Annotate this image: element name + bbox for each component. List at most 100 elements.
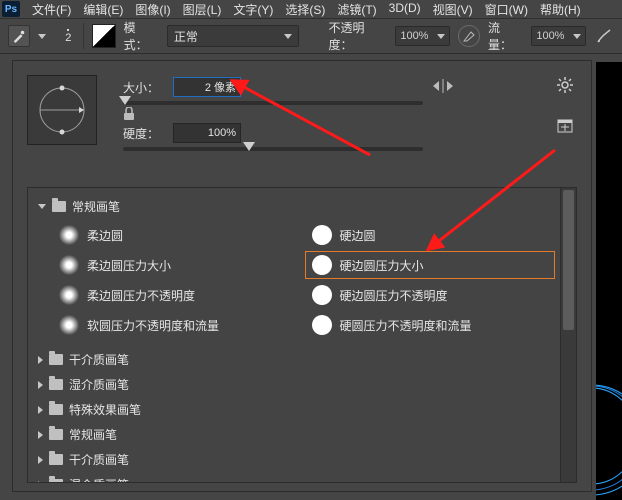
- options-bar: 2 模式： 正常 不透明度： 100% 流量： 100%: [0, 19, 622, 54]
- size-label: 大小：: [123, 79, 159, 96]
- menu-item[interactable]: 文字(Y): [227, 0, 279, 19]
- hardness-input[interactable]: 100%: [173, 123, 241, 143]
- brush-grid: 柔边圆 硬边圆柔边圆压力大小 硬边圆压力大小柔边圆压力不透明度 硬边圆压力不透明度软圆…: [28, 219, 561, 347]
- tool-preset-picker[interactable]: [8, 25, 30, 47]
- menu-item[interactable]: 图像(I): [129, 0, 176, 19]
- brush-swatch-soft: [59, 315, 79, 335]
- menu-item[interactable]: 视图(V): [427, 0, 479, 19]
- brush-item[interactable]: 柔边圆: [52, 221, 303, 249]
- caret-right-icon: [38, 481, 43, 484]
- opacity-field[interactable]: 100%: [395, 26, 450, 46]
- caret-right-icon: [38, 456, 43, 464]
- brush-item[interactable]: 硬圆压力不透明度和流量: [305, 311, 556, 339]
- caret-right-icon: [38, 406, 43, 414]
- caret-down-icon: [38, 204, 46, 209]
- pressure-opacity-icon[interactable]: [458, 25, 480, 47]
- caret-right-icon: [38, 381, 43, 389]
- group-label: 湿介质画笔: [69, 476, 129, 483]
- caret-right-icon: [38, 356, 43, 364]
- opacity-label: 不透明度：: [329, 19, 388, 53]
- menu-item[interactable]: 选择(S): [279, 0, 331, 19]
- brush-group-header[interactable]: 常规画笔: [28, 422, 561, 447]
- brush-name: 柔边圆压力不透明度: [87, 287, 195, 304]
- folder-icon: [49, 479, 63, 483]
- group-label: 湿介质画笔: [69, 376, 129, 393]
- menubar: Ps 文件(F)编辑(E)图像(I)图层(L)文字(Y)选择(S)滤镜(T)3D…: [0, 0, 622, 19]
- folder-icon: [49, 354, 63, 365]
- brush-list-inner[interactable]: 常规画笔柔边圆硬边圆柔边圆压力大小硬边圆压力大小柔边圆压力不透明度硬边圆压力不透…: [28, 188, 561, 482]
- brush-angle-preview[interactable]: [27, 75, 97, 145]
- folder-icon: [49, 404, 63, 415]
- brush-group-header[interactable]: 干介质画笔: [28, 347, 561, 372]
- menu-item[interactable]: 3D(D): [383, 0, 427, 19]
- brush-name: 软圆压力不透明度和流量: [87, 317, 219, 334]
- flip-x-icon[interactable]: [433, 79, 453, 96]
- scrollbar[interactable]: [560, 188, 576, 482]
- brush-item[interactable]: 硬边圆: [305, 221, 556, 249]
- brush-swatch-soft: [59, 255, 79, 275]
- brush-preset-panel: 大小： 2 像素 硬度： 100% 常规画笔柔边圆硬边圆柔边圆压力大小硬边圆压力…: [12, 60, 592, 492]
- brush-preview-small[interactable]: 2: [54, 23, 84, 49]
- flow-label: 流量：: [488, 19, 523, 53]
- size-slider[interactable]: [123, 101, 423, 105]
- airbrush-icon[interactable]: [594, 26, 614, 46]
- menu-item[interactable]: 窗口(W): [479, 0, 534, 19]
- chevron-down-icon: [437, 34, 445, 39]
- flow-field[interactable]: 100%: [531, 26, 586, 46]
- menu-item[interactable]: 滤镜(T): [331, 0, 382, 19]
- caret-right-icon: [38, 431, 43, 439]
- brush-group-header[interactable]: 常规画笔: [28, 194, 561, 219]
- chevron-down-icon: [573, 34, 581, 39]
- menu-item[interactable]: 图层(L): [177, 0, 228, 19]
- menu-item[interactable]: 文件(F): [26, 0, 77, 19]
- brush-item[interactable]: 柔边圆压力大小: [52, 251, 303, 279]
- chevron-down-icon[interactable]: [38, 34, 46, 39]
- brush-name: 硬边圆: [340, 227, 376, 244]
- brush-group-header[interactable]: 干介质画笔: [28, 447, 561, 472]
- folder-icon: [52, 201, 66, 212]
- group-label: 干介质画笔: [69, 451, 129, 468]
- brush-swatch-hard: [312, 315, 332, 335]
- brush-item[interactable]: 软圆压力不透明度和流量: [52, 311, 303, 339]
- group-label: 干介质画笔: [69, 351, 129, 368]
- mode-select[interactable]: 正常: [167, 25, 299, 47]
- app-logo: Ps: [2, 1, 20, 17]
- brush-group-header[interactable]: 湿介质画笔: [28, 472, 561, 483]
- brush-swatch-soft: [59, 225, 79, 245]
- brush-name: 硬边圆压力大小: [340, 257, 424, 274]
- brush-list: 常规画笔柔边圆硬边圆柔边圆压力大小硬边圆压力大小柔边圆压力不透明度硬边圆压力不透…: [27, 187, 577, 483]
- document-canvas-sliver: [596, 62, 622, 500]
- brush-group-header[interactable]: 特殊效果画笔: [28, 397, 561, 422]
- brush-name: 柔边圆: [87, 227, 123, 244]
- folder-icon: [49, 429, 63, 440]
- brush-name: 硬边圆压力不透明度: [340, 287, 448, 304]
- brush-swatch-hard: [312, 255, 332, 275]
- brush-item[interactable]: 硬边圆压力不透明度: [305, 281, 556, 309]
- mode-label: 模式：: [124, 19, 159, 53]
- hardness-slider[interactable]: [123, 147, 423, 151]
- size-input[interactable]: 2 像素: [173, 77, 241, 97]
- folder-icon: [49, 379, 63, 390]
- menu-item[interactable]: 编辑(E): [77, 0, 129, 19]
- brush-blend-icon[interactable]: [92, 24, 116, 48]
- gear-icon[interactable]: [557, 77, 573, 96]
- scrollbar-thumb[interactable]: [563, 190, 574, 330]
- hardness-label: 硬度：: [123, 125, 159, 142]
- lock-icon[interactable]: [123, 107, 135, 121]
- brush-item[interactable]: 硬边圆压力大小: [305, 251, 556, 279]
- brush-group-header[interactable]: 湿介质画笔: [28, 372, 561, 397]
- chevron-down-icon: [284, 34, 292, 39]
- group-label: 特殊效果画笔: [69, 401, 141, 418]
- brush-swatch-hard: [312, 285, 332, 305]
- brush-swatch-hard: [312, 225, 332, 245]
- brush-name: 硬圆压力不透明度和流量: [340, 317, 472, 334]
- menu-item[interactable]: 帮助(H): [534, 0, 587, 19]
- photoshop-window: Ps 文件(F)编辑(E)图像(I)图层(L)文字(Y)选择(S)滤镜(T)3D…: [0, 0, 622, 500]
- brush-swatch-soft: [59, 285, 79, 305]
- folder-icon: [49, 454, 63, 465]
- group-label: 常规画笔: [69, 426, 117, 443]
- create-preset-icon[interactable]: [557, 119, 573, 136]
- brush-name: 柔边圆压力大小: [87, 257, 171, 274]
- group-label: 常规画笔: [72, 198, 120, 215]
- brush-item[interactable]: 柔边圆压力不透明度: [52, 281, 303, 309]
